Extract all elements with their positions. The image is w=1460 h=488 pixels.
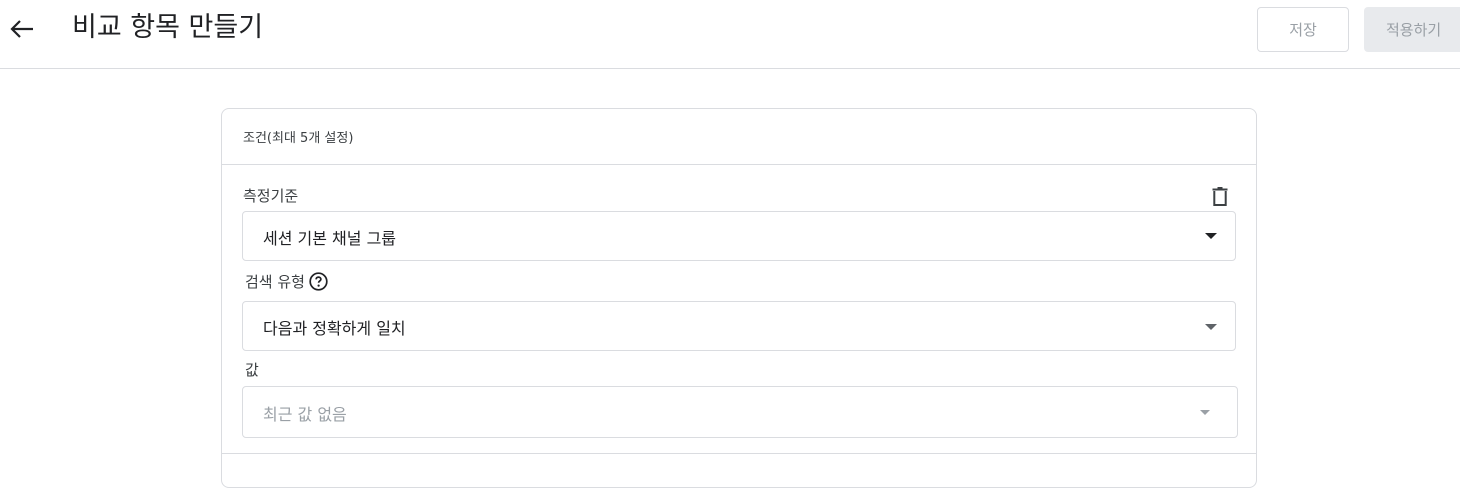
card-divider (222, 453, 1256, 454)
match-type-label: 검색 유형 (245, 273, 305, 291)
card-header: 조건(최대 5개 설정) (222, 109, 1256, 165)
dimension-label: 측정기준 (243, 187, 299, 205)
trash-icon (1212, 186, 1228, 206)
top-app-bar: 비교 항목 만들기 저장 적용하기 (0, 0, 1460, 69)
dimension-select-value: 세션 기본 채널 그룹 (263, 229, 397, 248)
back-button[interactable] (6, 12, 38, 46)
value-select[interactable]: 최근 값 없음 (242, 386, 1238, 438)
apply-button[interactable]: 적용하기 (1364, 7, 1460, 52)
help-circle-icon[interactable] (309, 272, 328, 291)
match-type-select-value: 다음과 정확하게 일치 (263, 319, 406, 338)
save-button[interactable]: 저장 (1257, 7, 1349, 52)
value-select-placeholder: 최근 값 없음 (263, 405, 347, 424)
match-type-label-row: 검색 유형 (245, 271, 328, 292)
value-label: 값 (245, 361, 259, 379)
dropdown-arrow-icon (1205, 233, 1217, 239)
arrow-left-icon (10, 20, 33, 38)
dropdown-arrow-icon (1200, 410, 1210, 415)
dropdown-arrow-icon (1205, 324, 1217, 330)
conditions-card: 조건(최대 5개 설정) 측정기준 세션 기본 채널 그룹 검색 유형 다음과 … (221, 108, 1257, 488)
delete-condition-button[interactable] (1209, 184, 1231, 208)
dimension-select[interactable]: 세션 기본 채널 그룹 (242, 211, 1236, 261)
conditions-heading: 조건(최대 5개 설정) (243, 131, 354, 146)
match-type-select[interactable]: 다음과 정확하게 일치 (242, 301, 1236, 351)
page-title: 비교 항목 만들기 (72, 12, 264, 43)
